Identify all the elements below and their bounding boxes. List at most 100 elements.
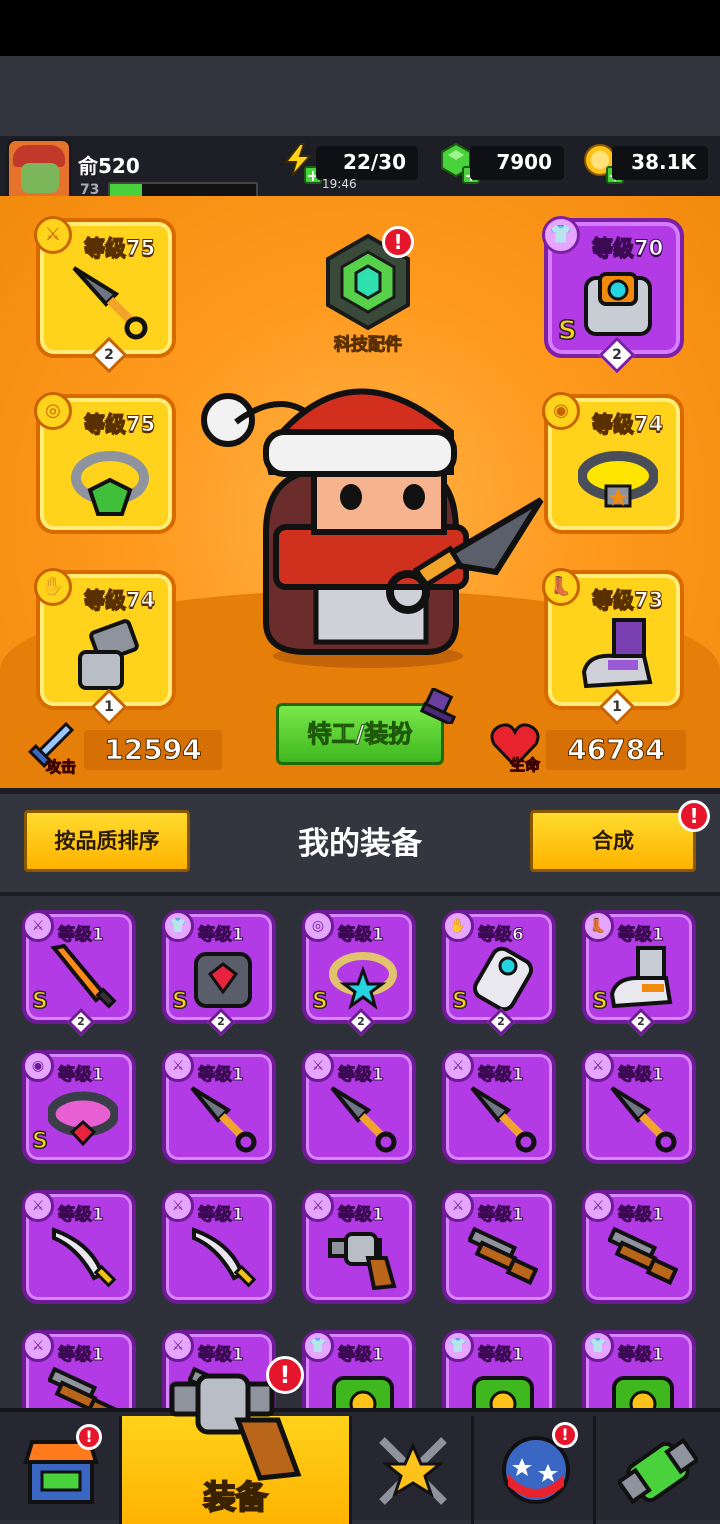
revolver-icon [328, 1232, 397, 1291]
slot-level: 等级75 [83, 412, 156, 437]
equipment-card[interactable]: ⚔ 等级1 S 2 [22, 910, 136, 1037]
armor-type-icon: 👕 [542, 216, 580, 254]
weapon-type-icon: ⚔ [442, 1190, 474, 1222]
equip-slot-gloves[interactable]: ✋ 等级74 1 [34, 568, 176, 726]
equip-slot-boots[interactable]: 👢 等级73 1 [542, 568, 684, 726]
equip-slot-necklace[interactable]: ◉ 等级74 [542, 392, 684, 534]
character-sprite[interactable] [196, 372, 546, 672]
dna-capsule-icon [618, 1437, 698, 1505]
player-name: 俞520 [78, 154, 140, 178]
grade-s-badge: S [557, 315, 577, 347]
nav-tab-world[interactable]: ! [474, 1416, 596, 1524]
coins-value: 38.1K [612, 146, 708, 180]
collar-icon [578, 451, 658, 508]
shotgun-icon [468, 1226, 538, 1286]
weapon-type-icon: ⚔ [302, 1190, 334, 1222]
weapon-type-icon: ⚔ [22, 910, 54, 942]
equipment-card[interactable]: ⚔ 等级1 [582, 1190, 696, 1304]
grade-s-badge: S [311, 988, 328, 1015]
card-level: 等级1 [58, 1065, 105, 1086]
necklace-type-icon: ◉ [22, 1050, 54, 1082]
card-level: 等级1 [338, 1345, 385, 1366]
equipment-card[interactable]: ⚔ 等级1 [22, 1330, 136, 1408]
hat-icon [419, 686, 457, 727]
card-level: 等级1 [618, 1345, 665, 1366]
equipment-card[interactable]: ⚔ 等级1 [442, 1190, 556, 1304]
equipment-card[interactable]: 👕 等级1 S 2 [162, 910, 276, 1037]
equipment-card[interactable]: ◎ 等级1 S 2 [302, 910, 416, 1037]
green-armor-icon [612, 1376, 674, 1408]
energy-value: 22/30 [316, 146, 418, 180]
costume-button[interactable]: 特工/装扮 [276, 703, 444, 765]
armor-icon [584, 272, 652, 336]
kunai-icon [610, 1086, 677, 1153]
equip-slot-ring[interactable]: ◎ 等级75 [34, 392, 176, 534]
nav-tab-gene[interactable] [596, 1416, 720, 1524]
equipment-card[interactable]: 👕 等级1 [302, 1330, 416, 1408]
kunai-icon [72, 266, 148, 340]
equipment-card[interactable]: 👢 等级1 S 2 [582, 910, 696, 1037]
equipment-card[interactable]: ◉ 等级1 S [22, 1050, 136, 1164]
nav-tab-heroes[interactable] [352, 1416, 474, 1524]
kunai-icon [470, 1086, 537, 1153]
equipment-grid: ⚔ 等级1 S 2 👕 等级1 S 2 ◎ 等级1 S 2 ✋ 等级6 S 2 👢 等级1 S 2 ◉ 等级1 S ⚔ 等级1 ⚔… [0, 896, 720, 1408]
card-level: 等级1 [618, 1205, 665, 1226]
card-level: 等级1 [198, 1345, 245, 1366]
gem-icon[interactable]: + [438, 142, 480, 184]
card-level: 等级6 [478, 925, 525, 946]
hp-label: 生命 [509, 756, 541, 775]
ring-type-icon: ◎ [302, 910, 334, 942]
slot-level: 等级74 [591, 412, 664, 437]
equipment-card[interactable]: 👕 等级1 [582, 1330, 696, 1408]
ring-icon [71, 451, 149, 516]
card-level: 等级1 [58, 1205, 105, 1226]
equipment-card[interactable]: ✋ 等级6 S 2 [442, 910, 556, 1037]
energy-icon[interactable]: + [280, 142, 322, 184]
dark-collar-icon [48, 1091, 118, 1147]
nav-tab-shop[interactable]: ! [0, 1416, 122, 1524]
sort-by-quality-button[interactable]: 按品质排序 [24, 810, 190, 872]
weapon-type-icon: ⚔ [442, 1050, 474, 1082]
grade-s-badge: S [451, 988, 468, 1015]
machete-icon [52, 1227, 117, 1288]
hp-value: 46784 [546, 730, 686, 770]
equip-slot-armor[interactable]: 👕 等级70 S 2 [542, 216, 684, 374]
equip-slot-weapon[interactable]: ⚔ 等级75 2 [34, 216, 176, 374]
gauntlet-icon [78, 619, 139, 690]
card-level: 等级1 [618, 1065, 665, 1086]
weapon-type-icon: ⚔ [162, 1330, 194, 1362]
player-avatar[interactable] [6, 138, 72, 204]
top-spacer [0, 56, 720, 136]
boots-type-icon: 👢 [542, 568, 580, 606]
boots-type-icon: 👢 [582, 910, 614, 942]
grade-s-badge: S [591, 988, 608, 1015]
slot-level: 等级75 [83, 236, 156, 261]
weapon-type-icon: ⚔ [22, 1190, 54, 1222]
equipment-card[interactable]: 👕 等级1 [442, 1330, 556, 1408]
shotgun-icon [608, 1226, 678, 1286]
equipment-card[interactable]: ⚔ 等级1 [162, 1050, 276, 1164]
slot-level: 等级74 [83, 588, 156, 613]
flame-sword-icon [50, 944, 117, 1009]
tech-glove-icon [472, 946, 534, 1012]
merge-button[interactable]: 合成 [530, 810, 696, 872]
tech-boots-icon [609, 946, 673, 1009]
equipment-card[interactable]: ⚔ 等级1 [162, 1190, 276, 1304]
kunai-icon [330, 1086, 397, 1153]
star-ring-icon [329, 952, 397, 1010]
equipment-card[interactable]: ⚔ 等级1 [302, 1190, 416, 1304]
slot-level: 等级73 [591, 588, 664, 613]
attack-value: 12594 [84, 730, 222, 770]
grade-s-badge: S [171, 988, 188, 1015]
equipment-card[interactable]: ⚔ 等级1 [582, 1050, 696, 1164]
card-level: 等级1 [198, 1205, 245, 1226]
bottom-nav: ! 装备 ! [0, 1408, 720, 1524]
equipment-card[interactable]: ⚔ 等级1 [442, 1050, 556, 1164]
card-level: 等级1 [338, 925, 385, 946]
card-level: 等级1 [478, 1345, 525, 1366]
equipment-card[interactable]: ⚔ 等级1 [302, 1050, 416, 1164]
equipment-card[interactable]: ⚔ 等级1 [22, 1190, 136, 1304]
glove-type-icon: ✋ [34, 568, 72, 606]
armor-type-icon: 👕 [582, 1330, 614, 1362]
gloves-type-icon: ✋ [442, 910, 474, 942]
